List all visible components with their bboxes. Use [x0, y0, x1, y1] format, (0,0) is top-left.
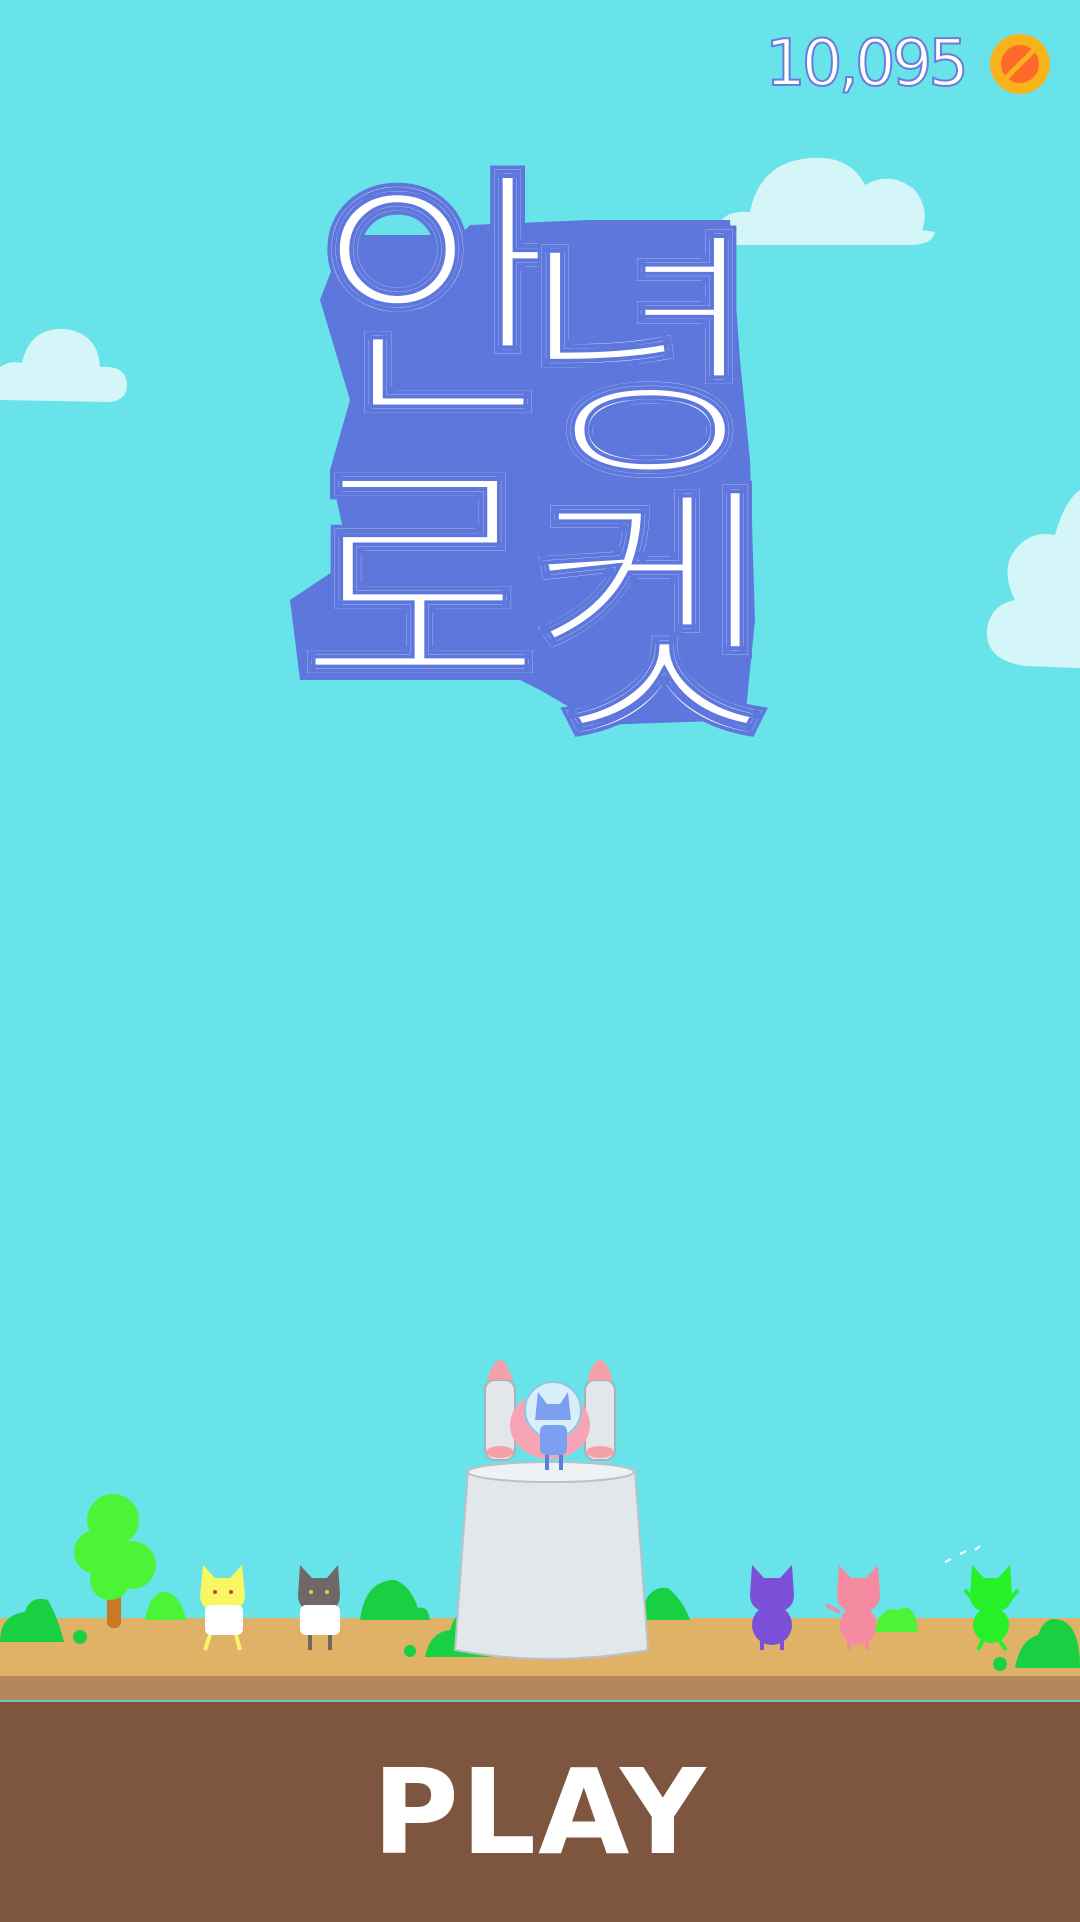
pink-cat: [825, 1565, 880, 1650]
yellow-cat-scientist: [200, 1565, 245, 1651]
rocket-pedestal: [453, 1469, 650, 1660]
rocket-with-cat: [484, 1360, 616, 1470]
gray-cat-scientist: [298, 1565, 340, 1650]
play-button-label: PLAY: [372, 1743, 708, 1881]
coin-count: 10,095: [764, 27, 970, 101]
green-cat: [944, 1545, 1020, 1652]
launch-scene: [0, 1360, 1080, 1671]
tree: [74, 1494, 156, 1628]
play-button[interactable]: PLAY: [0, 1700, 1080, 1922]
game-title-logo: 안 녕 로 켓: [290, 142, 776, 760]
coin-icon: [990, 34, 1050, 94]
title-char-ro: 로: [296, 429, 544, 744]
title-char-ket: 켓: [526, 459, 774, 760]
purple-cat: [750, 1565, 794, 1650]
title-text-group: 안 녕 로 켓: [294, 142, 776, 760]
